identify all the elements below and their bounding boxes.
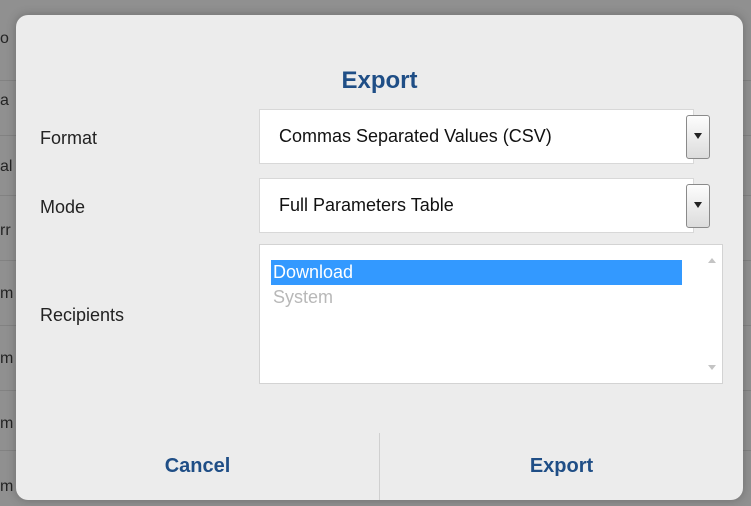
recipients-listbox[interactable]: Download System <box>259 244 723 384</box>
export-button[interactable]: Export <box>380 433 743 500</box>
scroll-down-arrow-icon[interactable] <box>708 365 716 370</box>
recipients-label: Recipients <box>40 305 125 325</box>
mode-label: Mode <box>40 197 86 217</box>
format-select[interactable]: Commas Separated Values (CSV) <box>259 109 710 164</box>
recipient-option-download[interactable]: Download <box>271 260 682 285</box>
mode-select-value: Full Parameters Table <box>279 195 454 215</box>
chevron-down-icon[interactable] <box>686 184 710 228</box>
export-dialog: Export Format Commas Separated Values (C… <box>16 15 743 500</box>
format-select-value: Commas Separated Values (CSV) <box>279 126 552 146</box>
cancel-button[interactable]: Cancel <box>16 433 379 500</box>
chevron-down-icon[interactable] <box>686 115 710 159</box>
format-label: Format <box>40 128 98 148</box>
scroll-up-arrow-icon[interactable] <box>708 258 716 263</box>
recipient-option-system: System <box>273 287 334 307</box>
mode-select[interactable]: Full Parameters Table <box>259 178 710 233</box>
dialog-title: Export <box>341 67 418 94</box>
listbox-scrollbar[interactable] <box>702 245 722 383</box>
